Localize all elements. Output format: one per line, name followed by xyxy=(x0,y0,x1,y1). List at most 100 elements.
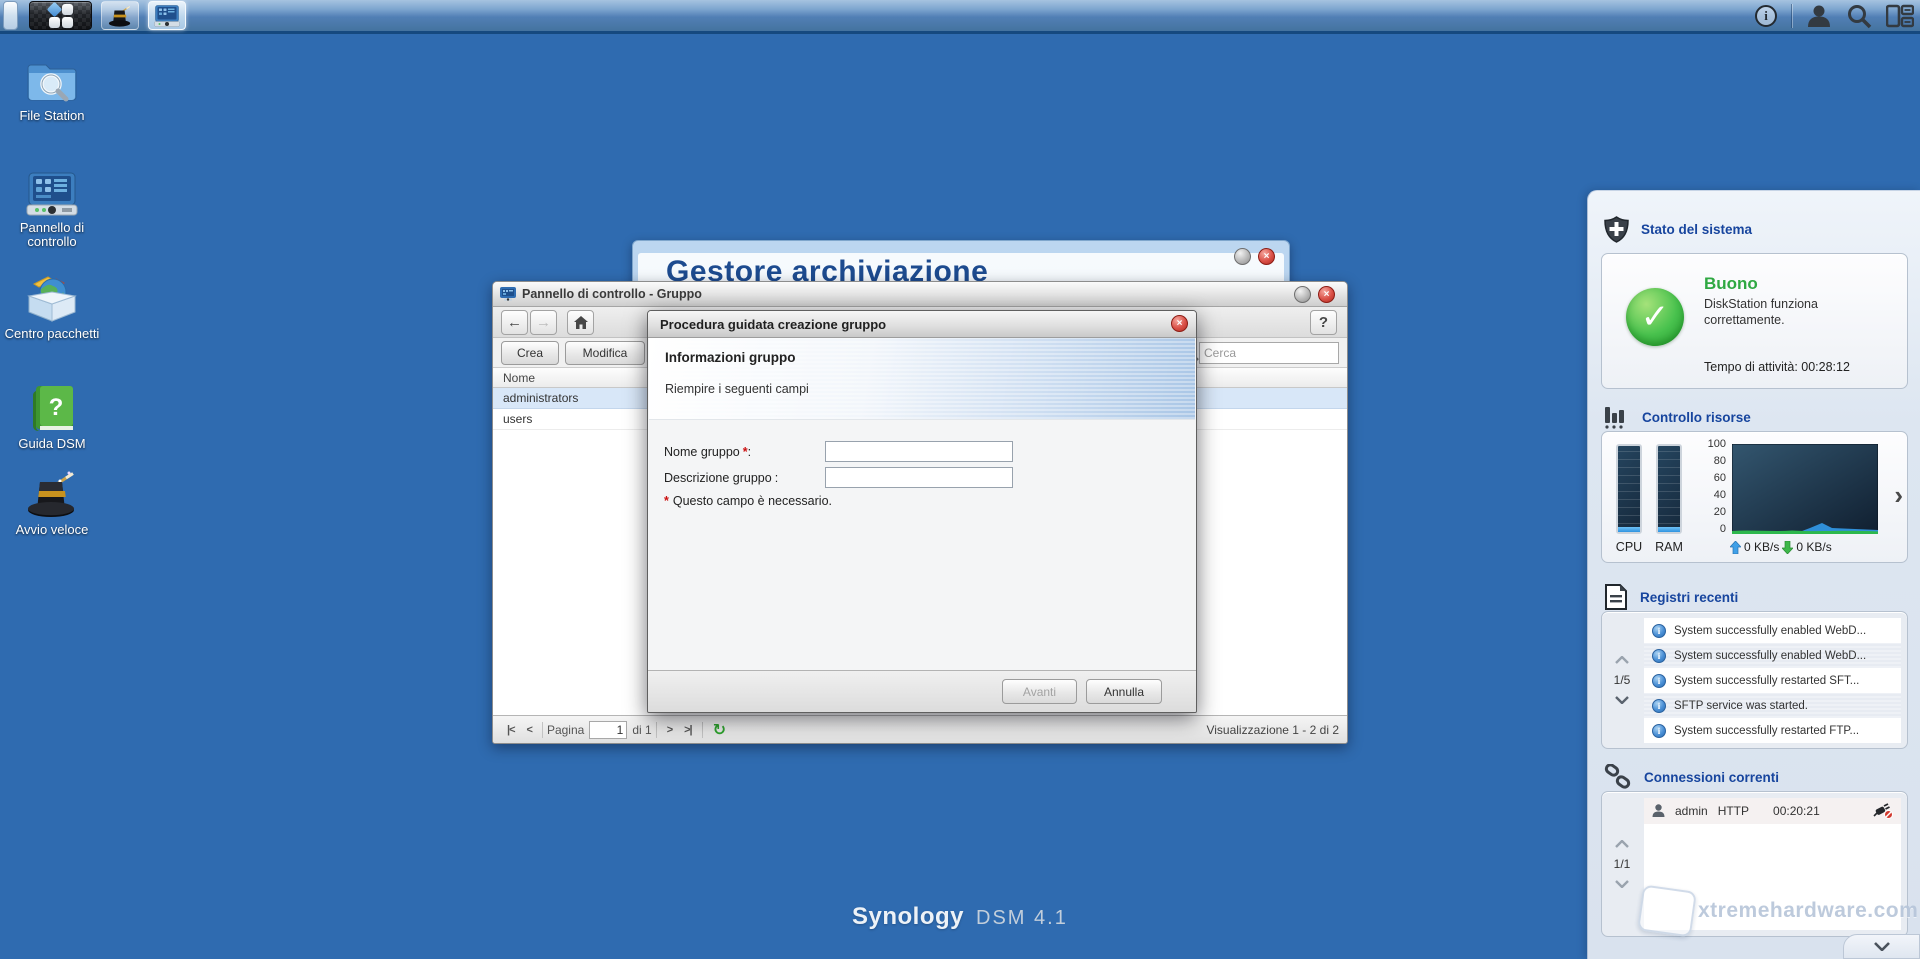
info-ball-icon: i xyxy=(1652,699,1666,713)
close-icon[interactable]: × xyxy=(1258,248,1275,265)
person-icon xyxy=(1652,804,1665,818)
upload-value: 0 KB/s xyxy=(1744,540,1779,554)
refresh-icon[interactable]: ↻ xyxy=(707,720,732,740)
network-chart xyxy=(1732,444,1878,534)
step-title: Informazioni gruppo xyxy=(665,350,796,365)
help-button[interactable]: ? xyxy=(1310,310,1337,335)
desktop-icon-control-panel[interactable]: Pannello di controllo xyxy=(0,172,104,249)
first-page-icon[interactable]: |< xyxy=(501,724,521,736)
last-page-icon[interactable]: >| xyxy=(678,724,698,736)
form-row: Nome gruppo*: xyxy=(664,441,751,463)
required-note: *Questo campo è necessario. xyxy=(664,494,832,508)
widget-collapse-tab[interactable] xyxy=(1843,934,1920,959)
desktop-icon-package-center[interactable]: Centro pacchetti xyxy=(0,274,104,341)
chevron-up-icon[interactable] xyxy=(1615,656,1629,664)
desktop-icon-dsm-help[interactable]: ? Guida DSM xyxy=(0,386,104,451)
step-subtitle: Riempire i seguenti campi xyxy=(665,382,809,396)
page-input[interactable] xyxy=(589,721,627,739)
divider xyxy=(542,722,543,738)
window-title: Pannello di controllo - Gruppo xyxy=(522,287,702,301)
dialog-titlebar[interactable]: Procedura guidata creazione gruppo × xyxy=(648,311,1196,338)
divider xyxy=(702,722,703,738)
icon-label: Centro pacchetti xyxy=(4,327,100,341)
window-titlebar[interactable]: Pannello di controllo - Gruppo × xyxy=(493,282,1347,307)
ram-label: RAM xyxy=(1654,540,1684,554)
chevron-down-icon xyxy=(1874,942,1890,951)
home-button[interactable] xyxy=(567,310,594,335)
chevron-down-icon[interactable] xyxy=(1615,880,1629,888)
control-panel-icon xyxy=(154,5,180,27)
system-status-card: ✓ Buono DiskStation funziona correttamen… xyxy=(1601,253,1908,389)
uptime-value: 00:28:12 xyxy=(1801,360,1850,374)
magic-hat-icon xyxy=(108,4,132,28)
main-menu-button[interactable] xyxy=(29,1,92,30)
modify-button[interactable]: Modifica xyxy=(565,341,645,365)
back-button[interactable]: ← xyxy=(501,310,528,335)
minimize-button[interactable] xyxy=(1234,248,1251,265)
next-button[interactable]: Avanti xyxy=(1002,679,1077,704)
close-icon[interactable]: × xyxy=(1171,315,1188,332)
group-description-input[interactable] xyxy=(825,467,1013,488)
connection-user: admin xyxy=(1675,804,1708,818)
close-icon[interactable]: × xyxy=(1318,286,1335,303)
chevron-down-icon[interactable] xyxy=(1615,696,1629,704)
show-desktop-button[interactable] xyxy=(3,1,18,30)
dialog-footer: Avanti Annulla xyxy=(648,670,1196,712)
info-icon[interactable]: i xyxy=(1755,5,1777,27)
icon-label: Avvio veloce xyxy=(4,523,100,537)
wizard-step-header: Informazioni gruppo Riempire i seguenti … xyxy=(649,338,1195,420)
icon-label: File Station xyxy=(4,109,100,123)
connections-header: Connessioni correnti xyxy=(1604,763,1779,791)
log-page-indicator: 1/5 xyxy=(1614,673,1631,687)
next-page-icon[interactable]: > xyxy=(661,724,678,736)
connection-page-indicator: 1/1 xyxy=(1614,857,1631,871)
cpu-label: CPU xyxy=(1614,540,1644,554)
resource-monitor-card: CPU RAM 100 80 60 40 20 0 0 KB/s xyxy=(1601,431,1908,563)
magic-hat-icon xyxy=(26,470,78,518)
upload-arrow-icon xyxy=(1730,541,1741,554)
widget-title: Controllo risorse xyxy=(1642,410,1751,425)
minimize-button[interactable] xyxy=(1294,286,1311,303)
group-name-input[interactable] xyxy=(825,441,1013,462)
recent-logs-header: Registri recenti xyxy=(1604,583,1738,611)
forward-button[interactable]: → xyxy=(530,310,557,335)
disconnect-icon[interactable] xyxy=(1873,803,1893,819)
taskbar-app-control-panel[interactable] xyxy=(148,1,186,30)
uptime: Tempo di attività: 00:28:12 xyxy=(1704,360,1850,374)
cancel-button[interactable]: Annulla xyxy=(1086,679,1162,704)
package-center-icon xyxy=(26,274,78,322)
dsm-branding: Synology DSM 4.1 xyxy=(852,903,1068,931)
search-icon[interactable] xyxy=(1846,3,1872,29)
chevron-right-icon[interactable]: › xyxy=(1894,480,1903,511)
log-item: iSystem successfully enabled WebD... xyxy=(1644,618,1901,643)
create-button[interactable]: Crea xyxy=(501,341,559,365)
desktop-icon-quick-start[interactable]: Avvio veloce xyxy=(0,470,104,537)
status-state: Buono xyxy=(1704,274,1758,294)
log-item: iSystem successfully restarted FTP... xyxy=(1644,718,1901,743)
forward-icon: → xyxy=(536,314,551,331)
taskbar-app-quick-start[interactable] xyxy=(101,1,139,30)
connection-row: admin HTTP 00:20:21 xyxy=(1644,798,1901,824)
dialog-title: Procedura guidata creazione gruppo xyxy=(660,317,886,332)
control-panel-icon xyxy=(500,287,516,301)
user-icon[interactable] xyxy=(1806,3,1832,29)
cpu-meter xyxy=(1616,444,1642,534)
cpu-meter-fill xyxy=(1618,527,1640,532)
log-item: iSystem successfully restarted SFT... xyxy=(1644,668,1901,693)
log-text: System successfully restarted FTP... xyxy=(1674,725,1859,737)
pagination-bar: |< < Pagina di 1 > >| ↻ Visualizzazione … xyxy=(493,715,1347,743)
log-item: iSystem successfully enabled WebD... xyxy=(1644,643,1901,668)
log-text: SFTP service was started. xyxy=(1674,700,1808,712)
desktop-icon-file-station[interactable]: File Station xyxy=(0,58,104,123)
connection-time: 00:20:21 xyxy=(1773,804,1820,818)
home-icon xyxy=(574,316,588,329)
divider xyxy=(1791,4,1792,28)
y-tick: 0 xyxy=(1700,523,1726,535)
y-tick: 80 xyxy=(1700,455,1726,467)
chevron-up-icon[interactable] xyxy=(1615,840,1629,848)
search-input[interactable] xyxy=(1199,342,1339,364)
ram-meter-fill xyxy=(1658,527,1680,532)
widgets-icon[interactable] xyxy=(1886,4,1914,28)
prev-page-icon[interactable]: < xyxy=(521,724,538,736)
divider xyxy=(656,722,657,738)
